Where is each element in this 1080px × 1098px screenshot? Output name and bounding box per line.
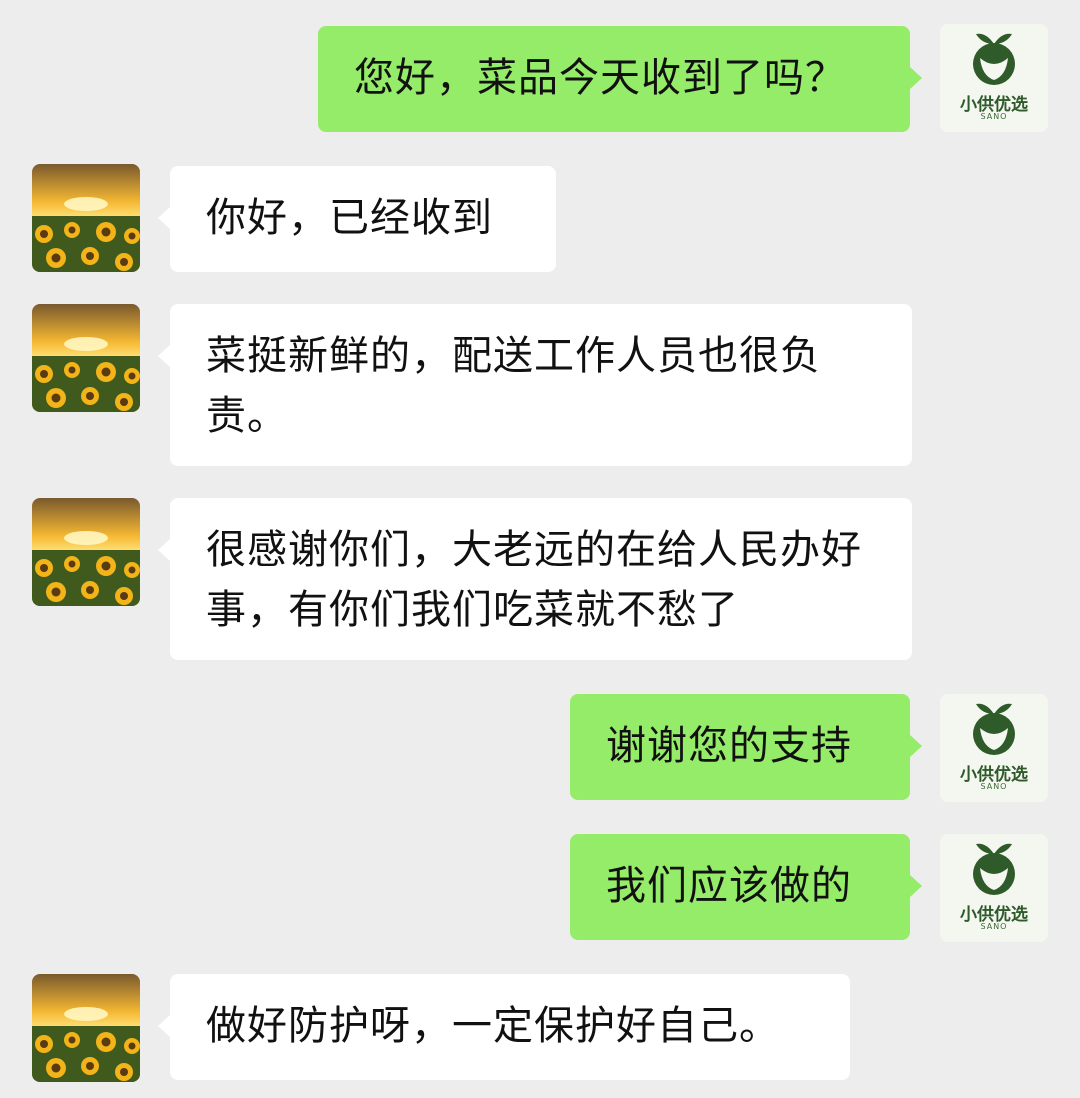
brand-sub: SANO (980, 782, 1008, 791)
sunflower-sunset-avatar (32, 304, 140, 412)
sunflower-sunset-avatar (32, 164, 140, 272)
customer-avatar[interactable] (32, 164, 140, 272)
message-bubble-outgoing[interactable]: 您好，菜品今天收到了吗？ (318, 26, 922, 132)
seller-avatar[interactable]: 小供优选 SANO (940, 694, 1048, 802)
sunflower-sunset-avatar (32, 498, 140, 606)
message-bubble-outgoing[interactable]: 我们应该做的 (570, 834, 922, 940)
seller-avatar[interactable]: 小供优选 SANO (940, 24, 1048, 132)
customer-avatar[interactable] (32, 974, 140, 1082)
message-bubble-incoming[interactable]: 菜挺新鲜的，配送工作人员也很负责。 (158, 304, 912, 466)
message-bubble-incoming[interactable]: 做好防护呀，一定保护好自己。 (158, 974, 850, 1080)
message-bubble-incoming[interactable]: 很感谢你们，大老远的在给人民办好事，有你们我们吃菜就不愁了 (158, 498, 912, 660)
customer-avatar[interactable] (32, 498, 140, 606)
customer-avatar[interactable] (32, 304, 140, 412)
message-bubble-incoming[interactable]: 你好，已经收到 (158, 166, 556, 272)
brand-sub: SANO (980, 112, 1008, 121)
sunflower-sunset-avatar (32, 974, 140, 1082)
chat-window: 您好，菜品今天收到了吗？ 小供优选 SANO 你好，已经收到 菜挺新鲜的，配送工… (0, 0, 1080, 1098)
message-bubble-outgoing[interactable]: 谢谢您的支持 (570, 694, 922, 800)
brand-sub: SANO (980, 922, 1008, 931)
seller-avatar[interactable]: 小供优选 SANO (940, 834, 1048, 942)
